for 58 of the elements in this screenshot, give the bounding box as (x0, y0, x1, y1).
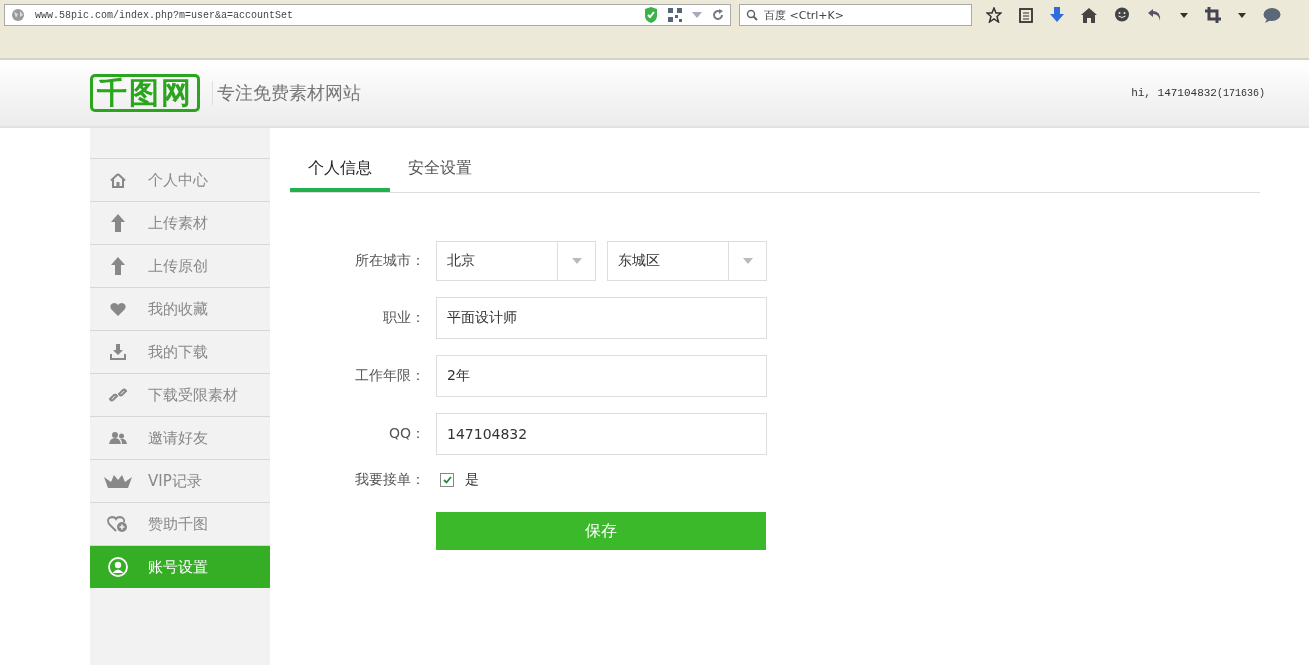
sidebar-item[interactable]: 上传素材 (90, 201, 270, 244)
sidebar-item[interactable]: 下载受限素材 (90, 373, 270, 416)
smiley-icon[interactable] (1114, 7, 1130, 23)
address-bar[interactable]: www.58pic.com/index.php?m=user&a=accountSet (4, 4, 731, 26)
dropdown[interactable]: 东城区 (607, 241, 767, 281)
url-text: www.58pic.com/index.php?m=user&a=accountSet (35, 9, 294, 21)
checkbox-label: 是 (465, 471, 479, 489)
dropdown[interactable]: 北京 (436, 241, 596, 281)
chain-link-icon (108, 387, 128, 403)
undo-icon[interactable] (1147, 8, 1163, 22)
sidebar-item[interactable]: 账号设置 (90, 545, 270, 588)
field-label: 工作年限： (354, 367, 425, 385)
sidebar-item[interactable]: 上传原创 (90, 244, 270, 287)
sidebar-item[interactable]: 我的下载 (90, 330, 270, 373)
caret-icon[interactable] (1238, 12, 1246, 18)
reload-icon[interactable] (712, 9, 724, 21)
shield-icon[interactable] (644, 7, 658, 23)
clipboard-icon[interactable] (1019, 7, 1033, 23)
caret-icon[interactable] (1180, 12, 1188, 18)
heart-icon (110, 302, 126, 316)
sidebar-item[interactable]: VIP记录 (90, 459, 270, 502)
download-arrow-icon[interactable] (1050, 7, 1064, 23)
qr-code-icon[interactable] (668, 8, 682, 22)
sidebar-item[interactable]: 邀请好友 (90, 416, 270, 459)
upload-arrow-icon (111, 257, 125, 275)
heart-plus-icon (107, 515, 129, 533)
user-id: (171636) (1217, 87, 1265, 99)
globe-icon (11, 8, 25, 22)
tab[interactable]: 个人信息 (290, 148, 390, 192)
home-icon (110, 172, 126, 188)
home-icon[interactable] (1081, 7, 1097, 23)
user-circle-icon (108, 557, 128, 577)
crop-icon[interactable] (1205, 7, 1221, 23)
field-label: 我要接单： (354, 471, 425, 489)
star-icon[interactable] (986, 7, 1002, 23)
crown-icon (104, 474, 132, 488)
upload-arrow-icon (111, 214, 125, 232)
field-label: 所在城市： (354, 252, 425, 270)
caret-icon (742, 258, 753, 264)
download-icon (110, 344, 126, 360)
chat-bubble-icon[interactable] (1263, 7, 1281, 23)
input-field[interactable]: 147104832 (436, 413, 767, 455)
input-field[interactable]: 2年 (436, 355, 767, 397)
tab[interactable]: 安全设置 (390, 148, 490, 192)
search-field[interactable]: 百度 <Ctrl+K> (739, 4, 972, 26)
user-greeting[interactable]: hi, 147104832 (1131, 87, 1217, 99)
users-icon (109, 431, 127, 445)
checkbox[interactable] (440, 473, 454, 487)
sidebar-item[interactable]: 个人中心 (90, 158, 270, 201)
field-label: 职业： (382, 309, 425, 327)
caret-icon (571, 258, 582, 264)
search-icon (746, 9, 758, 21)
save-button[interactable]: 保存 (436, 512, 766, 550)
sidebar-item[interactable]: 我的收藏 (90, 287, 270, 330)
site-slogan: 专注免费素材网站 (212, 81, 361, 105)
site-logo[interactable]: 千图网 (90, 74, 200, 112)
input-field[interactable]: 平面设计师 (436, 297, 767, 339)
field-label: QQ： (387, 425, 425, 443)
